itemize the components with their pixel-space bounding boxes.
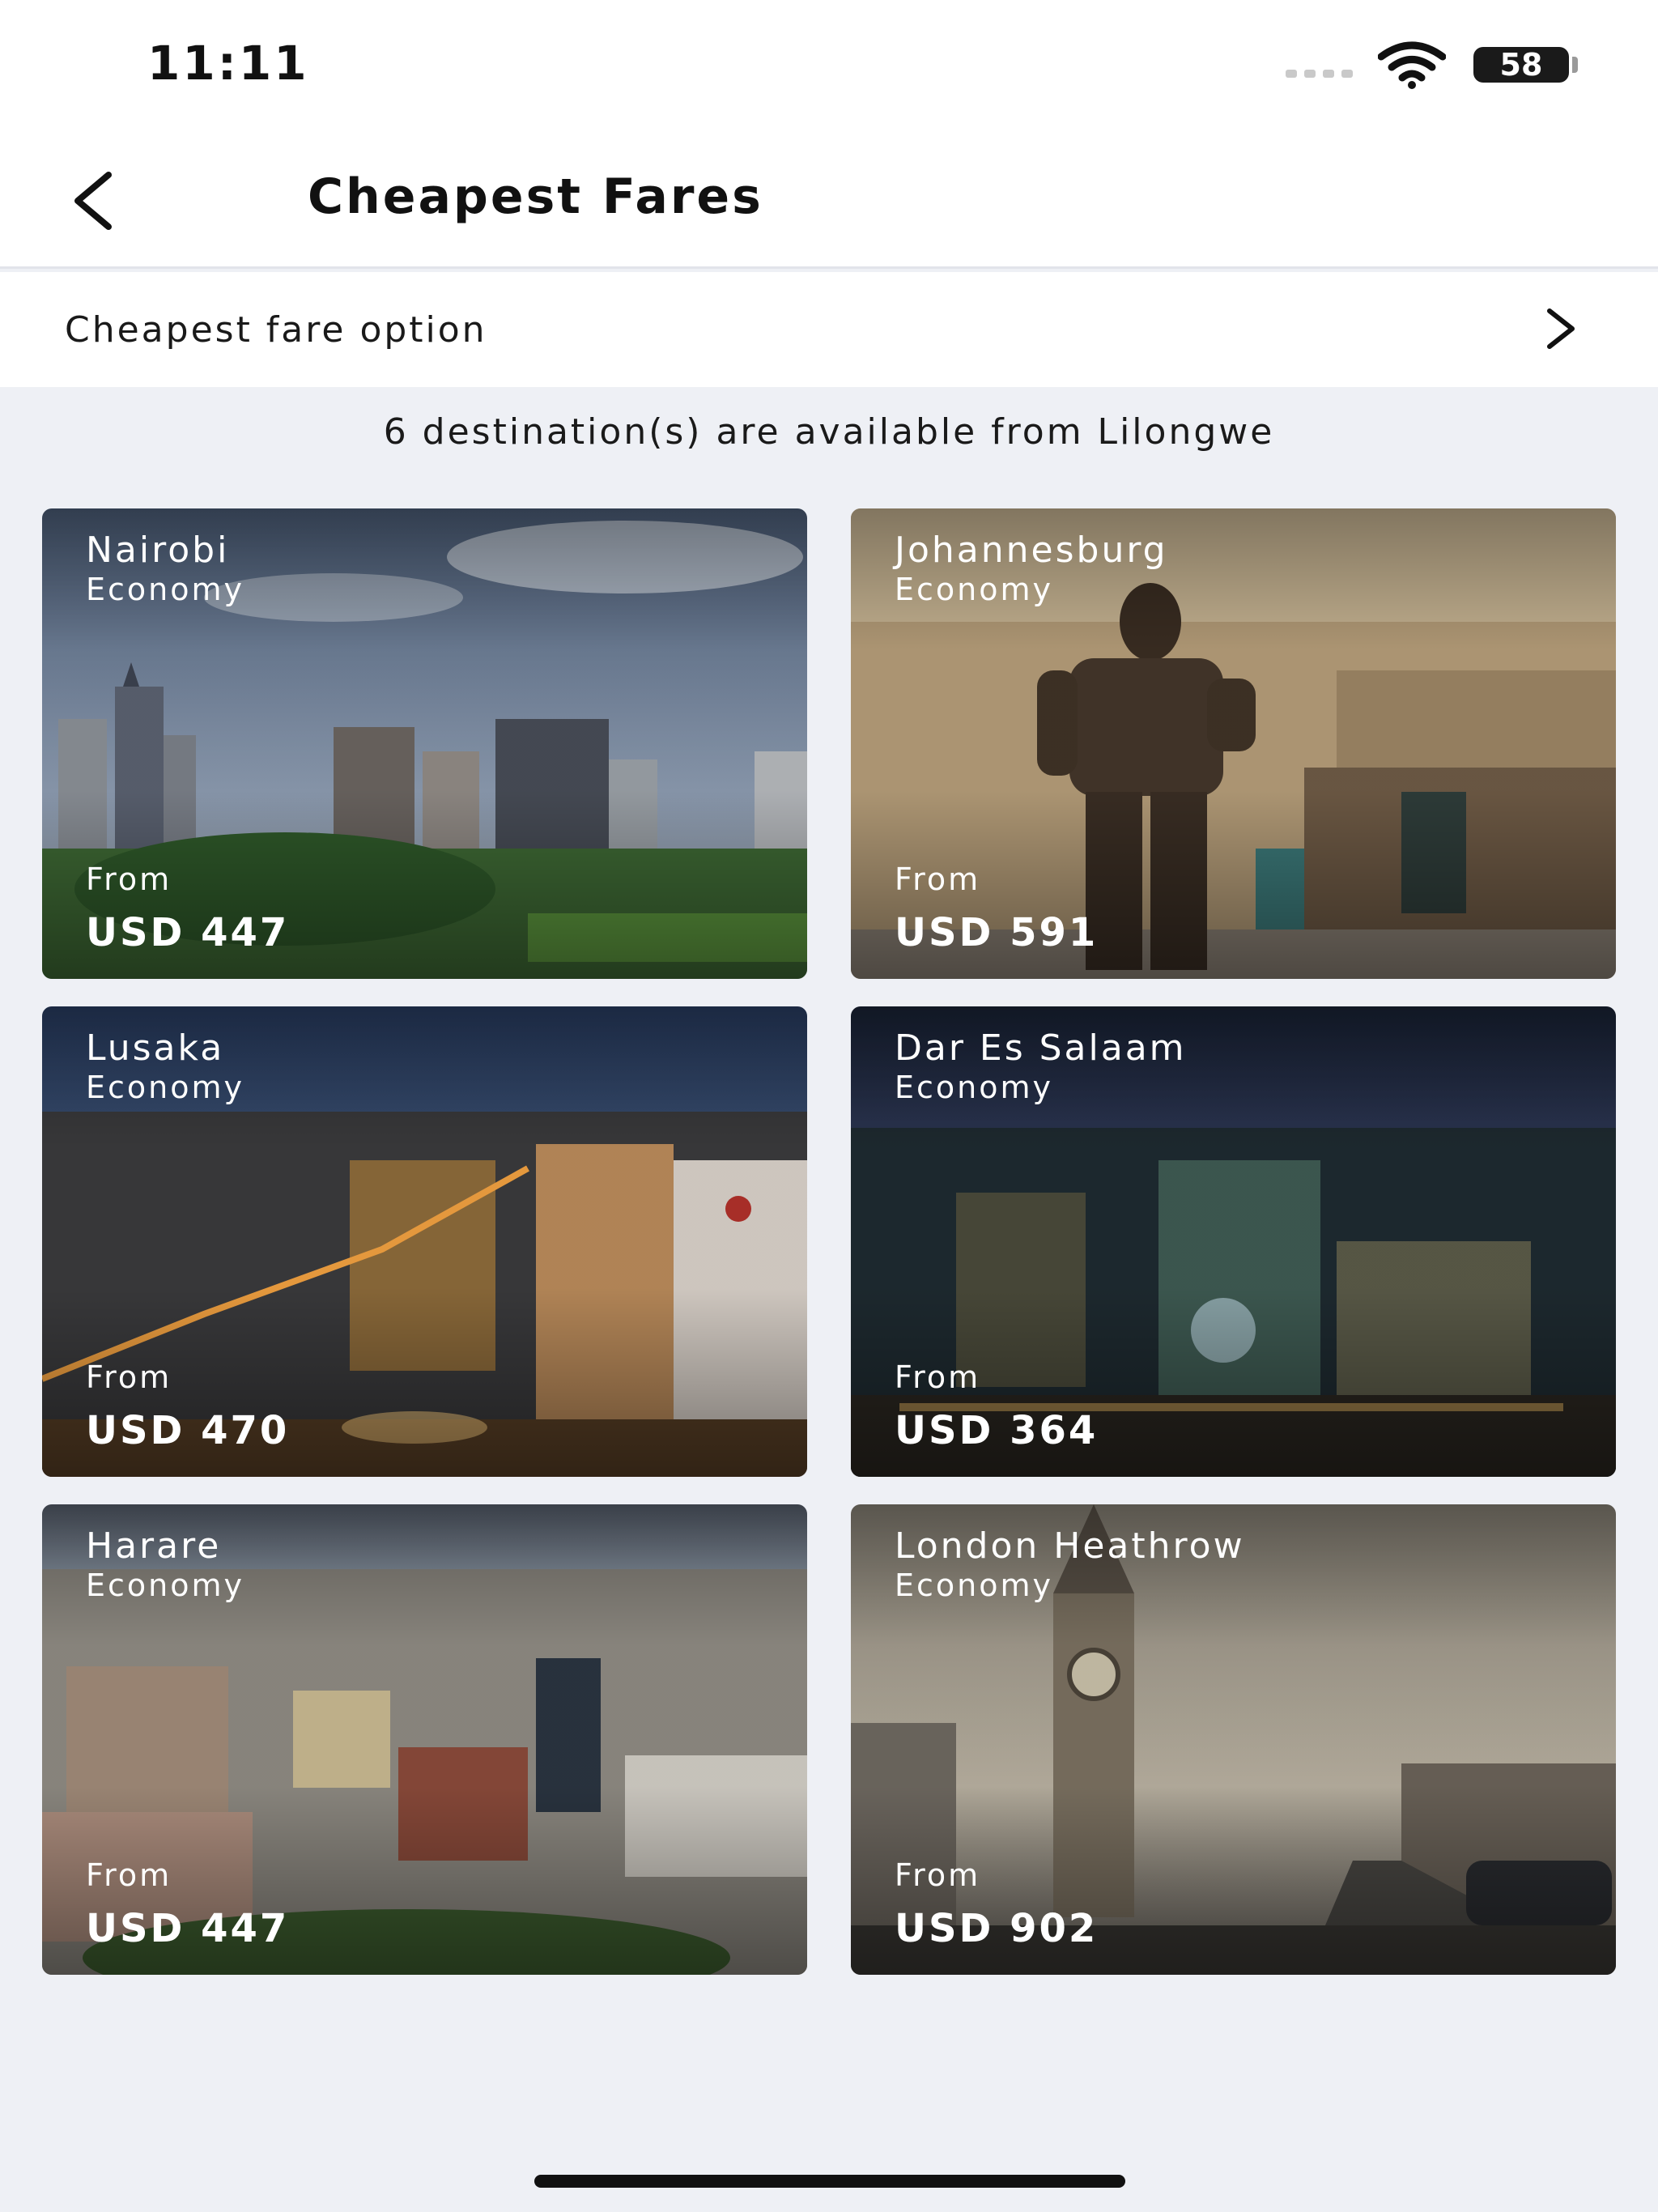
cabin-class: Economy xyxy=(86,1568,244,1603)
destination-city: Johannesburg xyxy=(895,530,1168,571)
destination-city: Nairobi xyxy=(86,530,230,571)
status-bar: 11:11 58 xyxy=(0,0,1658,130)
battery-level: 58 xyxy=(1499,47,1543,83)
cheapest-fare-option-row[interactable]: Cheapest fare option xyxy=(0,272,1658,387)
cabin-class: Economy xyxy=(895,1070,1053,1105)
cabin-class: Economy xyxy=(86,572,244,607)
from-label: From xyxy=(86,1359,172,1395)
page-title: Cheapest Fares xyxy=(308,168,763,225)
destination-city: London Heathrow xyxy=(895,1525,1245,1567)
fare-price: USD 591 xyxy=(895,910,1099,955)
back-arrow-icon[interactable] xyxy=(62,168,126,233)
cabin-class: Economy xyxy=(895,572,1053,607)
fare-option-label: Cheapest fare option xyxy=(65,309,487,351)
wifi-icon xyxy=(1378,41,1446,89)
fare-price: USD 902 xyxy=(895,1906,1099,1951)
destination-card-lusaka[interactable]: Lusaka Economy From USD 470 xyxy=(42,1006,807,1477)
nav-header: Cheapest Fares xyxy=(0,130,1658,269)
fare-price: USD 447 xyxy=(86,910,290,955)
destination-card-dar-es-salaam[interactable]: Dar Es Salaam Economy From USD 364 xyxy=(851,1006,1616,1477)
battery-tip xyxy=(1572,57,1578,73)
destination-card-london-heathrow[interactable]: London Heathrow Economy From USD 902 xyxy=(851,1504,1616,1975)
destination-card-johannesburg[interactable]: Johannesburg Economy From USD 591 xyxy=(851,508,1616,979)
destination-card-harare[interactable]: Harare Economy From USD 447 xyxy=(42,1504,807,1975)
from-label: From xyxy=(895,1857,981,1893)
fare-price: USD 447 xyxy=(86,1906,290,1951)
destination-city: Harare xyxy=(86,1525,222,1567)
from-label: From xyxy=(86,1857,172,1893)
cellular-signal-icon xyxy=(1286,70,1353,78)
status-time: 11:11 xyxy=(147,36,309,91)
from-label: From xyxy=(86,861,172,897)
fare-price: USD 364 xyxy=(895,1408,1099,1453)
from-label: From xyxy=(895,1359,981,1395)
destination-card-nairobi[interactable]: Nairobi Economy From USD 447 xyxy=(42,508,807,979)
availability-text: 6 destination(s) are available from Lilo… xyxy=(383,411,1275,453)
home-indicator[interactable] xyxy=(534,2175,1125,2188)
destination-grid: Nairobi Economy From USD 447 Johannesbur… xyxy=(42,508,1616,1975)
destination-city: Dar Es Salaam xyxy=(895,1027,1187,1069)
cabin-class: Economy xyxy=(86,1070,244,1105)
from-label: From xyxy=(895,861,981,897)
fare-price: USD 470 xyxy=(86,1408,290,1453)
chevron-right-icon xyxy=(1547,308,1575,349)
cabin-class: Economy xyxy=(895,1568,1053,1603)
destination-city: Lusaka xyxy=(86,1027,225,1069)
